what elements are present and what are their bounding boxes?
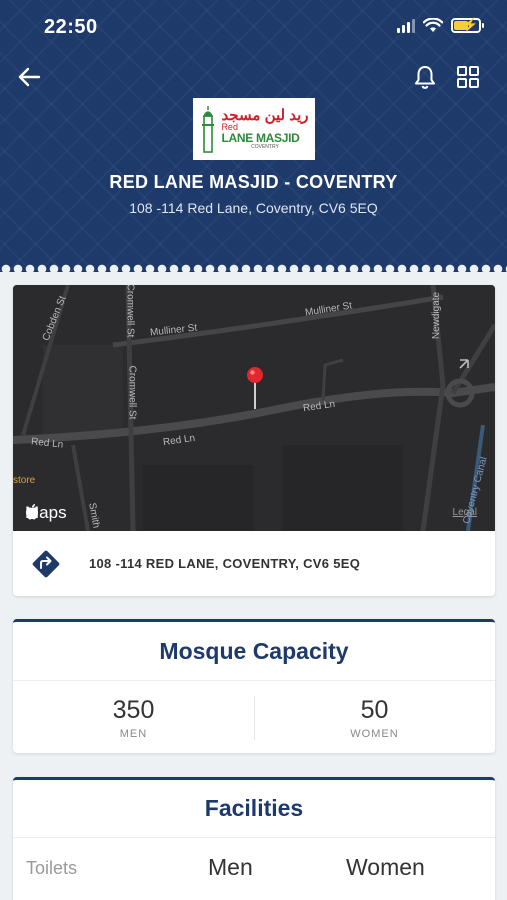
capacity-divider [13,680,495,681]
capacity-women-label: WOMEN [350,728,399,740]
map-label-cromwell-1: Cromwell St [124,285,136,338]
mosque-logo: ريد لين مسجد Red LANE MASJID COVENTRY [193,98,315,160]
wifi-icon [423,18,443,32]
back-arrow-icon [18,67,41,87]
capacity-men: 350 MEN [13,696,254,740]
mosque-address: 108 -114 Red Lane, Coventry, CV6 5EQ [129,200,378,216]
bell-icon [415,66,435,89]
facility-row-toilets: Toilets [26,858,78,878]
map-legal-link[interactable]: Legal [453,507,477,518]
capacity-women: 50 WOMEN [254,696,495,740]
map-pin-icon [247,367,263,409]
capacity-title: Mosque Capacity [159,638,349,664]
mosque-title: RED LANE MASJID - COVENTRY [109,172,398,192]
directions-address: 108 -114 RED LANE, COVENTRY, CV6 5EQ [89,556,361,571]
minaret-icon [202,106,215,153]
directions-button[interactable] [29,547,63,581]
status-bar: 22:50 ⚡ [0,0,507,56]
directions-icon [32,550,60,577]
map-label-cromwell-2: Cromwell St [126,365,138,420]
capacity-card: Mosque Capacity 350 MEN 50 WOMEN [13,619,495,753]
battery-icon: ⚡ [451,17,484,33]
apple-maps-brand: Maps [25,503,67,523]
logo-arabic-text: ريد لين مسجد [221,107,309,124]
location-card: Mulliner St Mulliner St Cromwell St Crom… [13,285,495,596]
directions-row[interactable]: 108 -114 RED LANE, COVENTRY, CV6 5EQ [13,531,495,596]
header-scalloped-edge [0,262,507,276]
status-time: 22:50 [44,16,98,38]
map-view[interactable]: Mulliner St Mulliner St Cromwell St Crom… [13,285,495,531]
signal-icon [397,18,415,33]
back-button[interactable] [14,62,44,92]
capacity-men-label: MEN [119,728,148,740]
grid-icon [457,66,479,88]
mosque-header: 22:50 ⚡ ريد لين مسجد Red LANE MASJID COV… [0,0,507,272]
map-label-newdigate: Newdigate [431,291,443,340]
capacity-men-count: 350 [112,696,155,724]
facilities-card: Facilities Toilets Men Women [13,777,495,900]
facility-col-women: Women [346,854,425,880]
logo-main-text: LANE MASJID [221,131,300,145]
status-icons: ⚡ [397,17,484,33]
apple-icon [26,504,38,520]
facilities-divider [13,837,495,838]
capacity-women-count: 50 [360,696,389,724]
facilities-title: Facilities [204,795,304,821]
map-store-label: store [13,475,36,486]
menu-grid-button[interactable] [453,62,483,92]
notifications-button[interactable] [410,62,440,92]
facility-col-men: Men [208,854,253,880]
